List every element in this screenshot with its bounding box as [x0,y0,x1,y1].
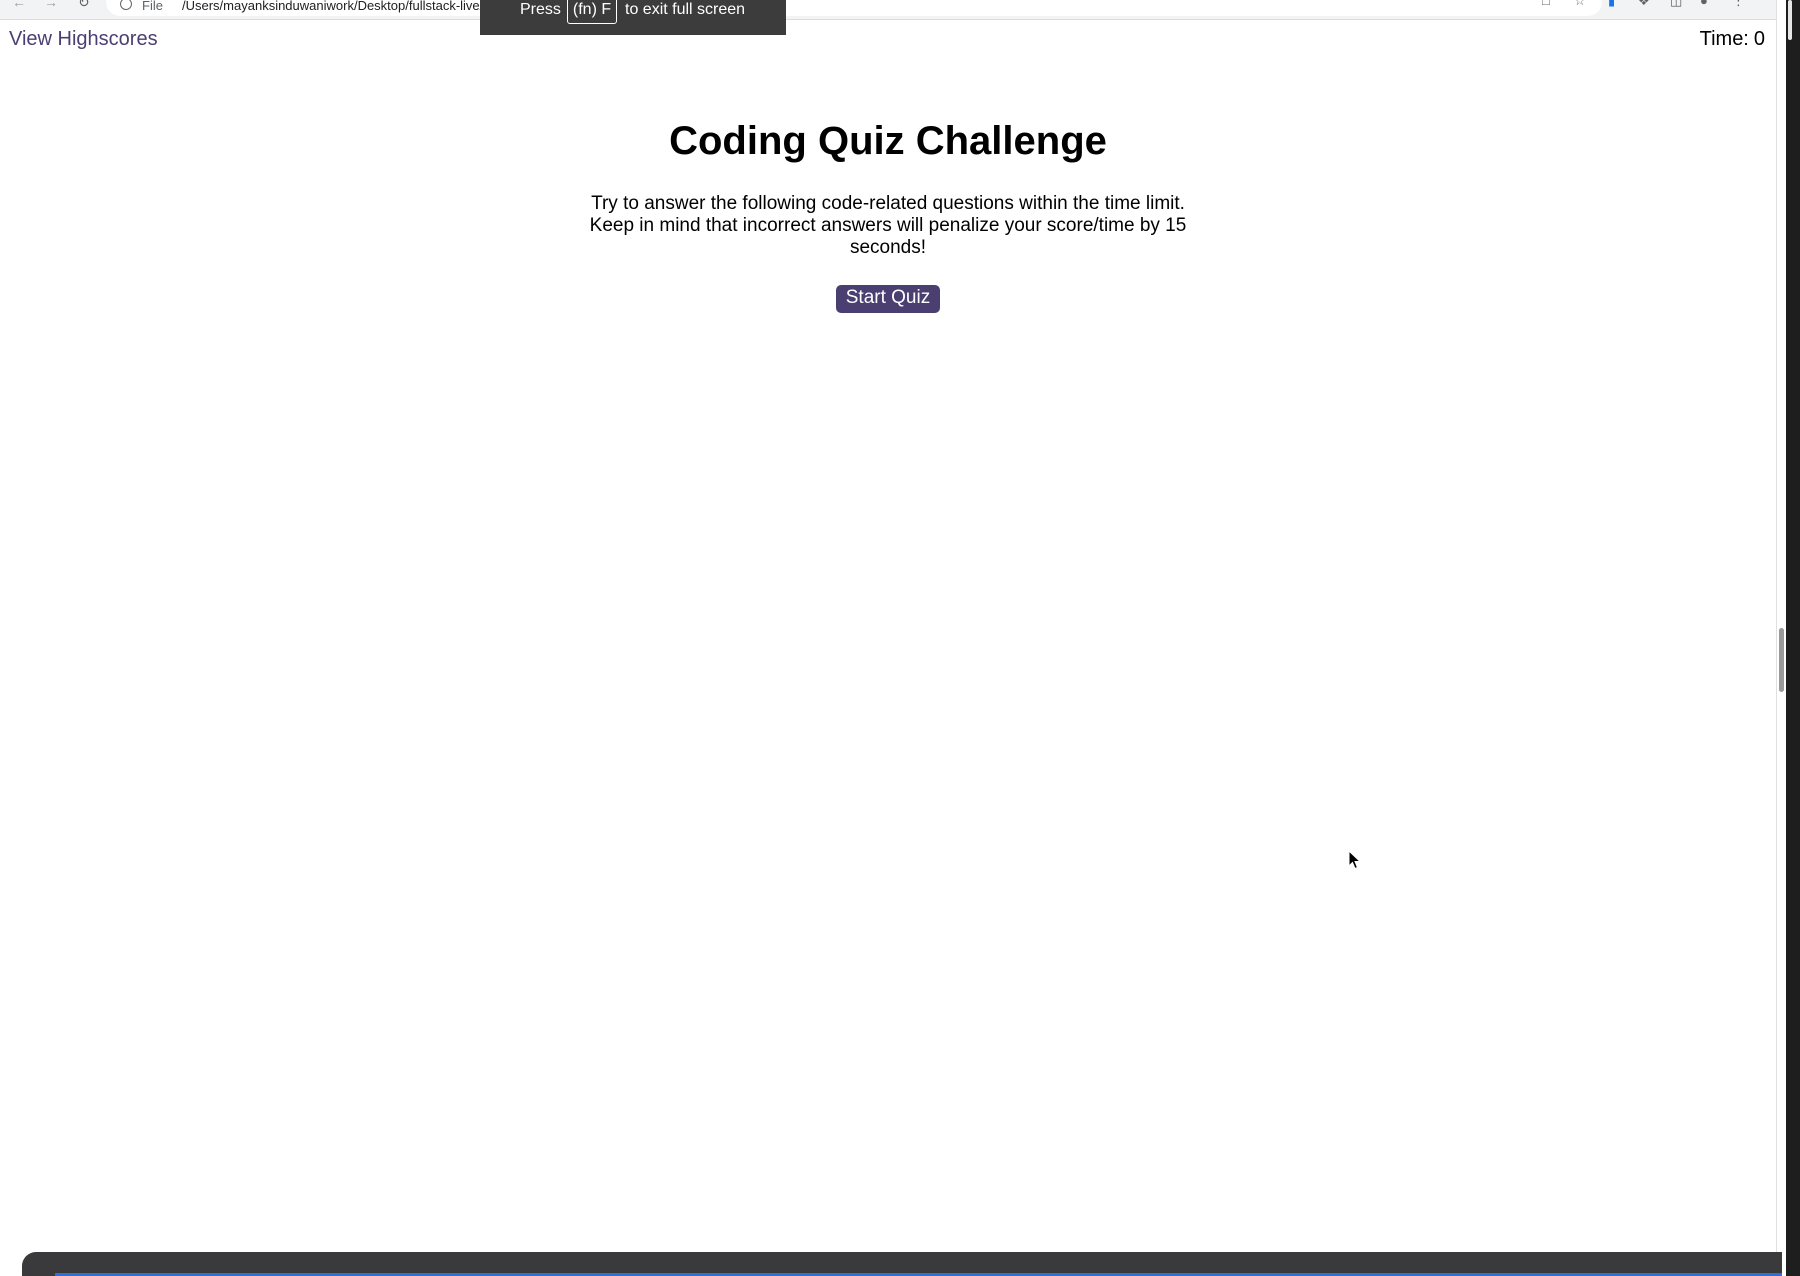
extension-icon[interactable]: ▮ [1608,0,1615,8]
view-highscores-link[interactable]: View Highscores [9,27,158,51]
dock-bar [22,1252,1782,1276]
sidebar-icon[interactable]: ◫ [1670,0,1682,8]
screen: ← → ↻ File /Users/mayanksinduwaniwork/De… [0,0,1800,1276]
page-title: Coding Quiz Challenge [669,119,1107,163]
more-icon[interactable]: ⋮ [1732,0,1745,8]
quiz-instructions: Try to answer the following code-related… [589,193,1187,258]
timer: Time: 0 [1700,27,1765,51]
start-quiz-button[interactable]: Start Quiz [835,285,941,313]
puzzle-icon[interactable]: ❖ [1638,0,1650,8]
timer-label: Time: [1699,28,1749,50]
scrollbar-thumb[interactable] [1779,628,1784,692]
forward-icon[interactable]: → [44,0,58,9]
profile-icon[interactable]: ● [1700,0,1708,8]
toolbar-icons: □ ☆ ▮ ❖ ◫ ● ⋮ [1536,0,1776,14]
info-icon[interactable] [120,0,132,10]
timer-value: 0 [1753,28,1765,50]
browser-toolbar: ← → ↻ File /Users/mayanksinduwaniwork/De… [0,0,1776,20]
mouse-cursor-icon [1348,850,1362,870]
address-bar[interactable]: File /Users/mayanksinduwaniwork/Desktop/… [106,0,1602,16]
toast-instruction-text: to exit full screen [625,1,746,18]
share-icon[interactable]: □ [1542,0,1550,8]
back-icon[interactable]: ← [12,0,26,9]
url-scheme-label: File [142,0,163,13]
star-icon[interactable]: ☆ [1574,0,1586,8]
reload-icon[interactable]: ↻ [78,0,90,9]
window-scroll-indicator [1788,0,1792,40]
fullscreen-exit-toast: Press (fn) F to exit full screen [480,0,786,35]
toast-key-hint: (fn) F [567,0,617,24]
toast-press-text: Press [520,1,561,18]
quiz-intro: Coding Quiz Challenge Try to answer the … [0,118,1776,313]
